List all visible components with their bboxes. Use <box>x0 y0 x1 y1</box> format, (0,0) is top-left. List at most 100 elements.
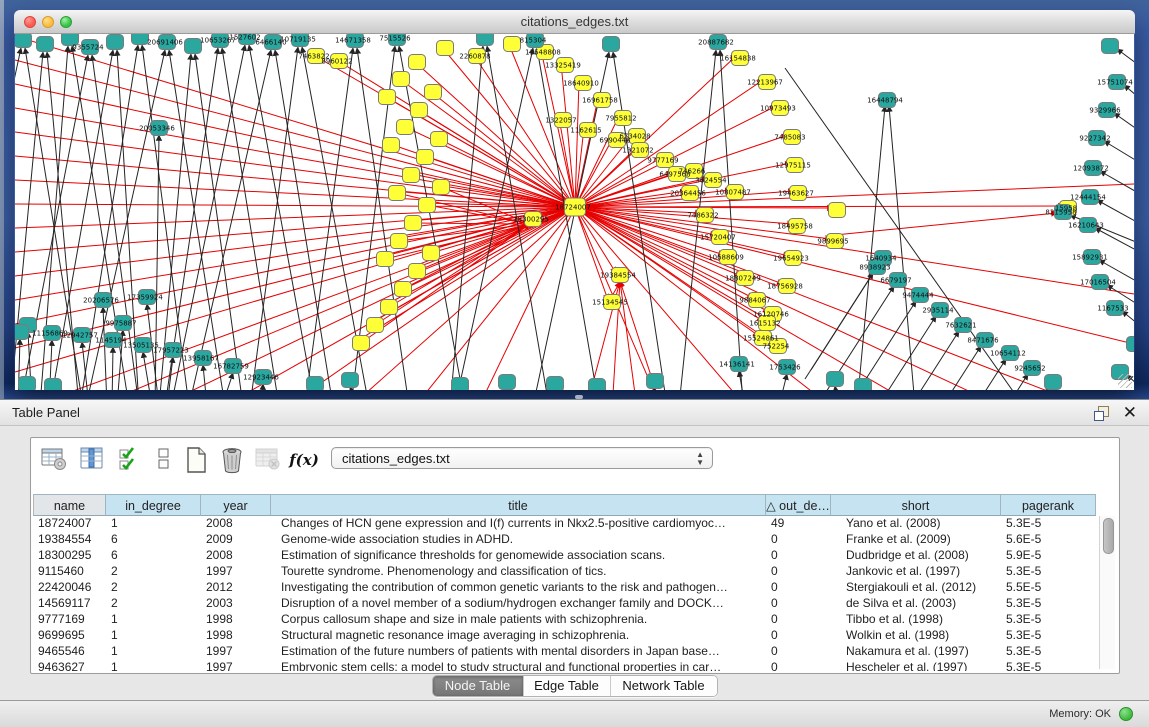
select-all-icon[interactable] <box>115 446 145 474</box>
graph-node[interactable] <box>419 198 436 213</box>
table-cell[interactable]: Hescheler et al. (1997) <box>831 660 1001 671</box>
table-cell[interactable]: Estimation of the future numbers of pati… <box>271 644 766 660</box>
graph-node[interactable] <box>547 377 564 391</box>
graph-node[interactable] <box>389 186 406 201</box>
graph-node[interactable] <box>417 150 434 165</box>
tab-edge-table[interactable]: Edge Table <box>524 676 611 696</box>
graph-node[interactable] <box>381 300 398 315</box>
table-cell[interactable]: 0 <box>766 596 831 612</box>
table-cell[interactable]: 0 <box>766 564 831 580</box>
table-selector-dropdown[interactable]: citations_edges.txt ▲▼ <box>331 447 713 469</box>
table-cell[interactable]: 1 <box>106 628 201 644</box>
graph-node[interactable] <box>45 379 62 391</box>
graph-node[interactable] <box>37 37 54 52</box>
graph-node[interactable] <box>391 234 408 249</box>
table-cell[interactable]: 1997 <box>201 564 271 580</box>
graph-node[interactable] <box>452 378 469 391</box>
table-cell[interactable]: Stergiakouli et al. (2012) <box>831 580 1001 596</box>
table-cell[interactable]: Disruption of a novel member of a sodium… <box>271 596 766 612</box>
graph-node[interactable] <box>367 318 384 333</box>
column-header-in_degree[interactable]: in_degree <box>106 494 201 516</box>
graph-node[interactable] <box>409 55 426 70</box>
graph-node[interactable] <box>431 132 448 147</box>
graph-node[interactable] <box>132 34 149 45</box>
function-builder-icon[interactable]: f(x) <box>287 446 321 474</box>
table-cell[interactable]: 18724007 <box>33 516 106 532</box>
table-cell[interactable]: 9777169 <box>33 612 106 628</box>
graph-node[interactable] <box>499 375 516 390</box>
table-cell[interactable]: 5.3E-5 <box>1001 564 1096 580</box>
table-row[interactable]: 1872400712008Changes of HCN gene express… <box>33 516 1096 532</box>
table-cell[interactable]: 49 <box>766 516 831 532</box>
table-cell[interactable]: 1 <box>106 644 201 660</box>
column-header-year[interactable]: year <box>201 494 271 516</box>
tab-node-table[interactable]: Node Table <box>433 676 524 696</box>
show-columns-icon[interactable] <box>77 446 107 474</box>
table-cell[interactable]: Structural magnetic resonance image aver… <box>271 628 766 644</box>
graph-node[interactable] <box>342 373 359 388</box>
graph-node[interactable] <box>19 377 36 391</box>
table-cell[interactable]: Nakamura et al. (1997) <box>831 644 1001 660</box>
citation-network-graph[interactable]: 1872400718300295193845541513454513325419… <box>15 34 1134 390</box>
graph-node[interactable] <box>423 246 440 261</box>
graph-node[interactable] <box>433 180 450 195</box>
graph-node[interactable] <box>353 336 370 351</box>
graph-node[interactable] <box>827 372 844 387</box>
graph-node[interactable] <box>1045 375 1062 390</box>
graph-node[interactable] <box>425 85 442 100</box>
graph-node[interactable] <box>603 37 620 52</box>
table-row[interactable]: 1456911722003Disruption of a novel membe… <box>33 596 1096 612</box>
table-cell[interactable]: 2008 <box>201 548 271 564</box>
graph-node[interactable] <box>411 103 428 118</box>
table-row[interactable]: 1830029562008Estimation of significance … <box>33 548 1096 564</box>
table-cell[interactable]: Embryonic stem cells: a model to study s… <box>271 660 766 671</box>
column-header-name[interactable]: name <box>33 494 106 516</box>
float-panel-icon[interactable] <box>1094 406 1109 420</box>
graph-node[interactable] <box>409 264 426 279</box>
graph-node[interactable] <box>403 168 420 183</box>
table-cell[interactable]: 0 <box>766 532 831 548</box>
table-cell[interactable]: 2003 <box>201 596 271 612</box>
new-table-icon[interactable] <box>181 446 211 474</box>
graph-node[interactable] <box>377 252 394 267</box>
table-cell[interactable]: 6 <box>106 532 201 548</box>
table-cell[interactable]: 9463627 <box>33 660 106 671</box>
table-cell[interactable]: Investigating the contribution of common… <box>271 580 766 596</box>
table-cell[interactable]: 5.3E-5 <box>1001 596 1096 612</box>
table-settings-icon[interactable] <box>39 446 69 474</box>
scrollbar-thumb[interactable] <box>1103 518 1114 554</box>
table-cell[interactable]: 1997 <box>201 660 271 671</box>
graph-node[interactable] <box>405 216 422 231</box>
table-cell[interactable]: 0 <box>766 644 831 660</box>
graph-node[interactable] <box>589 379 606 391</box>
table-cell[interactable]: 1 <box>106 612 201 628</box>
table-cell[interactable]: 9115460 <box>33 564 106 580</box>
network-canvas[interactable]: 1872400718300295193845541513454513325419… <box>15 34 1134 390</box>
table-cell[interactable]: 2 <box>106 596 201 612</box>
table-cell[interactable]: 18300295 <box>33 548 106 564</box>
graph-node[interactable] <box>185 39 202 54</box>
table-row[interactable]: 977716911998Corpus callosum shape and si… <box>33 612 1096 628</box>
table-cell[interactable]: Tourette syndrome. Phenomenology and cla… <box>271 564 766 580</box>
resize-grip-icon[interactable] <box>1118 374 1132 388</box>
window-titlebar[interactable]: citations_edges.txt <box>14 10 1135 34</box>
table-cell[interactable]: 0 <box>766 628 831 644</box>
table-cell[interactable]: 5.3E-5 <box>1001 516 1096 532</box>
table-cell[interactable]: 6 <box>106 548 201 564</box>
table-cell[interactable]: Genome-wide association studies in ADHD. <box>271 532 766 548</box>
table-cell[interactable]: 5.5E-5 <box>1001 580 1096 596</box>
table-cell[interactable]: 14569117 <box>33 596 106 612</box>
graph-node[interactable] <box>15 325 29 340</box>
table-cell[interactable]: 5.3E-5 <box>1001 612 1096 628</box>
graph-node[interactable] <box>504 37 521 52</box>
table-cell[interactable]: 9465546 <box>33 644 106 660</box>
graph-node[interactable] <box>15 34 32 48</box>
table-cell[interactable]: 1998 <box>201 628 271 644</box>
table-cell[interactable]: 0 <box>766 660 831 671</box>
table-cell[interactable]: Dudbridge et al. (2008) <box>831 548 1001 564</box>
graph-node[interactable] <box>383 138 400 153</box>
table-cell[interactable]: 22420046 <box>33 580 106 596</box>
table-cell[interactable]: de Silva et al. (2003) <box>831 596 1001 612</box>
graph-node[interactable] <box>829 203 846 218</box>
table-cell[interactable]: 1 <box>106 516 201 532</box>
